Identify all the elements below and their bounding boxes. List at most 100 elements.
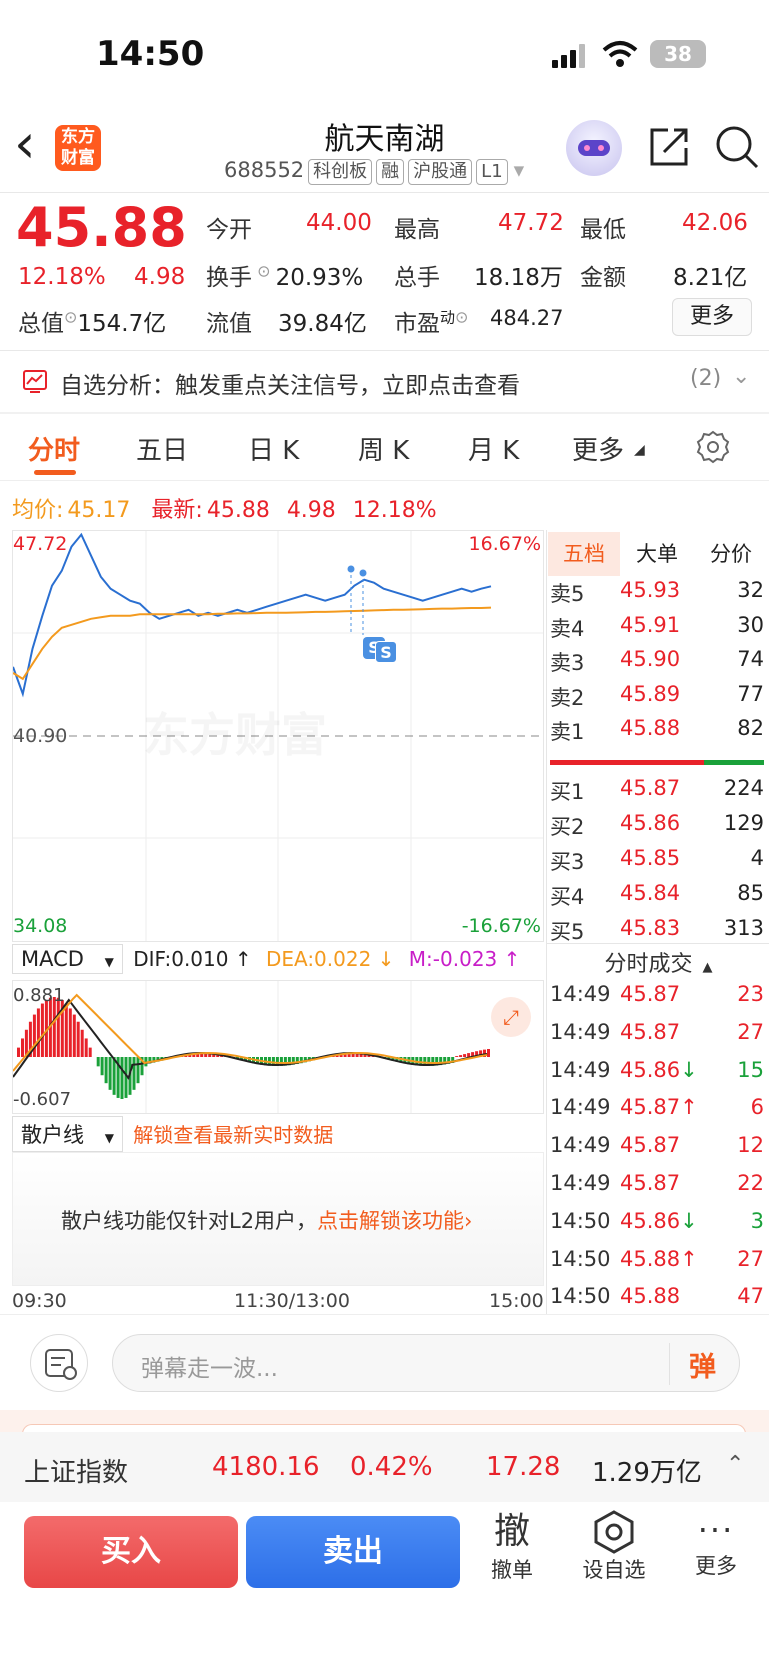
cancel-order-button[interactable]: 撤 撤单 xyxy=(482,1510,542,1594)
macd-bar xyxy=(64,1003,68,1057)
buy-button[interactable]: 买入 xyxy=(24,1516,238,1588)
ask-row[interactable]: 卖5 45.93 32 xyxy=(550,578,764,612)
macd-dea: DEA:0.022 ↓ xyxy=(265,947,395,971)
bid-label: 买5 xyxy=(550,920,585,944)
tab-big-order[interactable]: 大单 xyxy=(620,532,694,576)
turnover-label: 换手 xyxy=(206,265,252,291)
macd-bar xyxy=(208,1054,212,1057)
mcap-row: 总值⊙154.7亿 xyxy=(18,304,166,338)
bid-row[interactable]: 买2 45.86 129 xyxy=(550,811,764,845)
bid-label: 买3 xyxy=(550,850,585,874)
tab-week-k[interactable]: 周 K xyxy=(358,430,409,467)
robot-avatar-icon[interactable] xyxy=(566,120,622,176)
index-value: 4180.16 xyxy=(212,1452,320,1482)
more-actions-button[interactable]: ··· 更多 xyxy=(686,1510,746,1594)
index-bar[interactable]: 上证指数 4180.16 0.42% 17.28 1.29万亿 ⌃ xyxy=(0,1432,769,1502)
tab-price-dist[interactable]: 分价 xyxy=(694,532,768,576)
more-quote-button[interactable]: 更多 xyxy=(672,298,752,336)
open-label: 今开 xyxy=(206,217,252,243)
tab-month-k[interactable]: 月 K xyxy=(468,430,519,467)
battery-icon: 38 xyxy=(650,40,706,68)
mcap-value: 154.7亿 xyxy=(77,311,167,337)
tab-day-k[interactable]: 日 K xyxy=(248,430,299,467)
macd-bar xyxy=(132,1057,136,1090)
ask-row[interactable]: 卖3 45.90 74 xyxy=(550,647,764,681)
search-icon[interactable] xyxy=(714,124,760,170)
tab-intraday[interactable]: 分时 xyxy=(28,430,80,467)
latest-label: 最新: xyxy=(151,498,203,523)
tab-five-day[interactable]: 五日 xyxy=(136,430,188,467)
bid-volume: 85 xyxy=(737,881,764,905)
alert-text: 自选分析：触发重点关注信号，立即点击查看 xyxy=(60,373,520,399)
caret-up-icon: ▲ xyxy=(702,960,713,975)
macd-bar xyxy=(36,1008,40,1057)
settings-gear-icon[interactable] xyxy=(696,430,730,464)
ask-row[interactable]: 卖2 45.89 77 xyxy=(550,682,764,716)
latest-chg: 4.98 xyxy=(286,498,336,523)
retail-unlock-link[interactable]: 点击解锁该功能› xyxy=(317,1209,472,1233)
low-value: 42.06 xyxy=(682,210,748,236)
bid-row[interactable]: 买5 45.83 313 xyxy=(550,916,764,950)
bid-row[interactable]: 买4 45.84 85 xyxy=(550,881,764,915)
tag-level: L1 xyxy=(476,159,508,185)
macd-m: M:-0.023 ↑ xyxy=(408,947,521,971)
danmu-send-button[interactable]: 弹 xyxy=(689,1345,716,1384)
share-icon[interactable] xyxy=(648,126,690,168)
trade-volume: 23 xyxy=(737,982,764,1006)
macd-bar xyxy=(459,1055,463,1057)
macd-bar xyxy=(136,1057,140,1084)
bid-price: 45.83 xyxy=(620,916,681,940)
trades-header[interactable]: 分时成交 ▲ xyxy=(548,946,769,982)
macd-bar xyxy=(68,1008,72,1057)
bid-row[interactable]: 买1 45.87 224 xyxy=(550,776,764,810)
pct-top-label: 16.67% xyxy=(468,533,541,555)
add-watchlist-button[interactable]: 设自选 xyxy=(574,1510,654,1594)
pe-value: 484.27 xyxy=(490,306,564,330)
ask-row[interactable]: 卖1 45.88 82 xyxy=(550,716,764,750)
sell-button[interactable]: 卖出 xyxy=(246,1516,460,1588)
info-icon[interactable]: ⊙ xyxy=(64,307,77,326)
ask-label: 卖2 xyxy=(550,685,585,710)
retail-selector[interactable]: 散户线 ▼ xyxy=(12,1116,123,1152)
macd-chart[interactable]: 0.881 -0.607 ⤢ xyxy=(12,980,544,1114)
ask-price: 45.89 xyxy=(620,681,681,706)
trade-price: 45.88 xyxy=(620,1284,681,1309)
trade-time: 14:49 xyxy=(550,1171,611,1195)
macd-selector[interactable]: MACD ▼ xyxy=(12,944,123,974)
signal-s-icon[interactable]: S xyxy=(375,641,397,663)
macd-bar xyxy=(84,1038,88,1057)
tab-more[interactable]: 更多 xyxy=(572,430,624,467)
trade-price: 45.87 xyxy=(620,1171,681,1195)
high-value: 47.72 xyxy=(498,210,564,236)
expand-icon[interactable]: ⤢ xyxy=(491,997,531,1037)
ask-price: 45.91 xyxy=(620,612,681,637)
intraday-chart[interactable]: 东方财富 47.72 40.90 34.08 16.67% -16.67% S … xyxy=(12,530,544,942)
info-icon[interactable]: ⊙ xyxy=(455,307,468,326)
tab-five-level[interactable]: 五档 xyxy=(548,532,620,576)
stock-code-row[interactable]: 688552 科创板融沪股通 L1 ▾ xyxy=(224,158,524,185)
float-value: 39.84亿 xyxy=(278,311,367,337)
more-label: 更多 xyxy=(695,1554,737,1578)
bid-price: 45.85 xyxy=(620,846,681,870)
bid-volume: 129 xyxy=(723,811,764,835)
price-change: 4.98 xyxy=(134,264,186,290)
bid-label: 买2 xyxy=(550,815,585,839)
pct-change: 12.18% xyxy=(18,264,106,290)
turnover-value: 20.93% xyxy=(275,265,364,291)
trade-row: 14:49 45.87 ↑ 6 xyxy=(550,1095,764,1131)
info-icon[interactable]: ⊙ xyxy=(252,261,276,280)
danmu-toggle-icon[interactable] xyxy=(30,1334,88,1392)
chart-alert-icon xyxy=(22,368,48,394)
macd-bar xyxy=(120,1057,124,1099)
bid-volume: 4 xyxy=(750,846,764,870)
macd-bar xyxy=(112,1057,116,1095)
analysis-alert[interactable]: 自选分析：触发重点关注信号，立即点击查看 (2) ⌄ xyxy=(0,352,769,412)
retail-unlock[interactable]: 解锁查看最新实时数据 xyxy=(133,1123,333,1147)
danmu-input[interactable]: 弹幕走一波... 弹 xyxy=(112,1334,740,1392)
trade-row: 14:50 45.86 ↓ 3 xyxy=(550,1209,764,1245)
ask-row[interactable]: 卖4 45.91 30 xyxy=(550,613,764,647)
bid-price: 45.84 xyxy=(620,881,681,905)
bid-row[interactable]: 买3 45.85 4 xyxy=(550,846,764,880)
bid-price: 45.86 xyxy=(620,811,681,835)
macd-bar xyxy=(76,1021,80,1057)
